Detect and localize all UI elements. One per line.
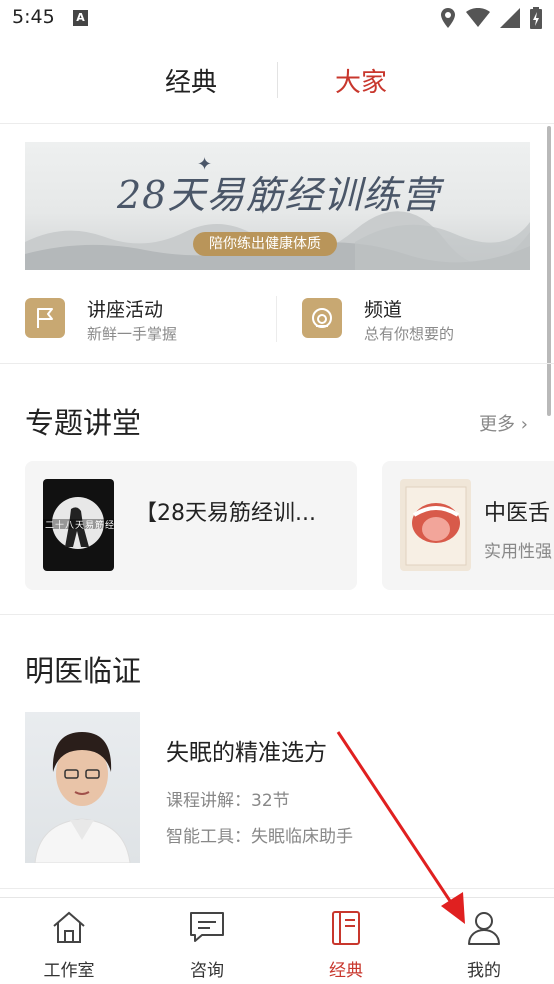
nav-label: 咨询 [190,961,224,981]
entry-subtitle: 总有你想要的 [364,325,455,343]
banner-title: 28天易筋经训练营 [117,173,441,217]
lecture-card-title: 【28天易筋经训... [135,501,316,526]
lecture-card[interactable]: 中医舌 实用性强 [382,461,554,590]
notification-icon: A [73,10,88,26]
section-divider [0,614,554,615]
section-title-lectures: 专题讲堂 [25,406,142,440]
clinic-item-course: 课程讲解：32节 [166,791,290,811]
lecture-card[interactable]: 二十八天易筋经 【28天易筋经训... [25,461,357,590]
section-divider [0,888,554,889]
nav-studio[interactable]: 工作室 [0,898,138,984]
nav-label: 工作室 [43,961,95,981]
nav-classic[interactable]: 经典 [277,898,415,984]
section-title-clinic: 明医临证 [25,654,142,688]
wifi-icon [466,8,490,27]
lecture-thumbnail [400,479,471,571]
clinic-item-tool: 智能工具：失眠临床助手 [166,827,353,847]
banner-tagline: 陪你练出健康体质 [193,232,337,256]
book-icon [332,911,360,945]
lecture-card-subtitle: 实用性强 [484,542,552,562]
nav-mine[interactable]: 我的 [415,898,553,984]
promo-banner[interactable]: ✦ ✦ 28天易筋经训练营 陪你练出健康体质 [25,142,530,270]
quick-entries: 讲座活动 新鲜一手掌握 频道 总有你想要的 [0,280,554,364]
nav-consult[interactable]: 咨询 [138,898,276,984]
entry-title: 讲座活动 [87,299,164,321]
home-icon [53,911,85,943]
lecture-thumbnail: 二十八天易筋经 [43,479,114,571]
scrollbar[interactable] [547,126,551,416]
entries-divider [276,296,277,342]
tab-classic[interactable]: 经典 [165,62,217,99]
signal-icon [500,8,520,28]
location-icon [441,8,455,28]
chat-icon [190,912,224,942]
chevron-right-icon: › [520,414,528,435]
thumbnail-text: 二十八天易筋经 [45,521,114,531]
more-link[interactable]: 更多 › [479,410,528,436]
channel-icon [302,298,342,338]
battery-icon [530,7,542,29]
status-time: 5:45 [12,6,55,28]
tab-divider [277,62,278,98]
clinic-item-title[interactable]: 失眠的精准选方 [166,733,327,767]
lecture-cards: 二十八天易筋经 【28天易筋经训... 中医舌 实用性强 [0,461,554,591]
lecture-card-title: 中医舌 [484,501,551,526]
doctor-photo[interactable] [25,712,140,863]
profile-icon [468,912,500,945]
top-tab-bar: 经典 大家 [0,40,554,124]
nav-label: 经典 [329,961,363,981]
entry-title: 频道 [364,299,403,321]
bottom-nav: 工作室 咨询 经典 我的 [0,897,554,984]
flag-icon [25,298,65,338]
tab-master[interactable]: 大家 [335,62,387,99]
more-label: 更多 [479,414,516,435]
status-bar: 5:45 A [0,0,554,40]
entry-subtitle: 新鲜一手掌握 [87,325,178,343]
nav-label: 我的 [467,961,501,981]
